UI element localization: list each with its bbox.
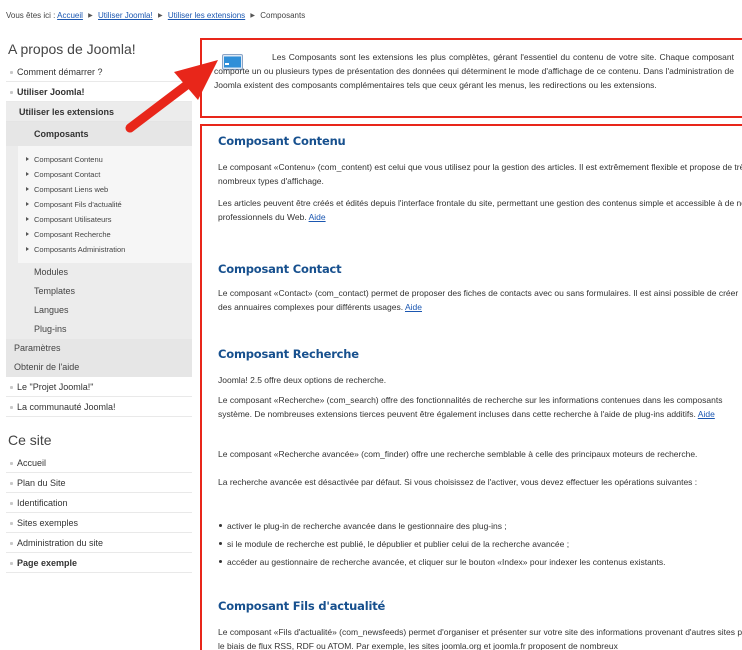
bullet-icon <box>10 406 13 409</box>
fils-paragraph-1: Le composant «Fils d'actualité» (com_new… <box>218 627 742 650</box>
intro-highlight-box: Les Composants sont les extensions les p… <box>200 38 742 118</box>
triangle-right-icon <box>26 172 29 176</box>
sidebar-item-label: Composant Contact <box>34 170 101 179</box>
sidebar-item-composant-liens-web[interactable]: Composant Liens web <box>18 182 192 197</box>
sidebar-components-list: Composant Contenu Composant Contact Comp… <box>6 146 192 263</box>
breadcrumb: Vous êtes ici : Accueil ▶ Utiliser Jooml… <box>6 11 305 20</box>
sidebar-submenu: Utiliser les extensions Composants Compo… <box>6 102 192 377</box>
help-link-recherche[interactable]: Aide <box>698 409 715 419</box>
breadcrumb-link-use-joomla[interactable]: Utiliser Joomla! <box>98 11 153 20</box>
bullet-icon <box>10 522 13 525</box>
triangle-right-icon <box>26 217 29 221</box>
triangle-right-icon <box>26 247 29 251</box>
sidebar-item-label: Composant Contenu <box>34 155 103 164</box>
breadcrumb-prefix: Vous êtes ici : <box>6 11 56 20</box>
intro-text: Les Composants sont les extensions les p… <box>214 52 734 90</box>
recherche-paragraph-4: La recherche avancée est désactivée par … <box>218 477 698 487</box>
list-item: si le module de recherche est publié, le… <box>218 537 742 555</box>
list-item: activer le plug-in de recherche avancée … <box>218 519 742 537</box>
bullet-icon <box>10 71 13 74</box>
main-content-box: Composant Contenu Le composant «Contenu»… <box>200 124 742 650</box>
sidebar-item-composant-contact[interactable]: Composant Contact <box>18 167 192 182</box>
sidebar-item-identification[interactable]: Identification <box>6 493 192 513</box>
sidebar-item-label: Utiliser Joomla! <box>17 87 85 97</box>
sidebar-item-use-joomla[interactable]: Utiliser Joomla! <box>6 82 192 102</box>
breadcrumb-link-extensions[interactable]: Utiliser les extensions <box>168 11 245 20</box>
contact-paragraph-1: Le composant «Contact» (com_contact) per… <box>218 286 742 314</box>
sidebar-item-aide[interactable]: Obtenir de l'aide <box>6 358 192 377</box>
breadcrumb-current: Composants <box>260 11 306 20</box>
sidebar-item-label: Composant Utilisateurs <box>34 215 112 224</box>
sidebar-item-parametres[interactable]: Paramètres <box>6 339 192 358</box>
sidebar-item-administration[interactable]: Administration du site <box>6 533 192 553</box>
sidebar-item-label: La communauté Joomla! <box>17 402 116 412</box>
sidebar-item-modules[interactable]: Modules <box>6 263 192 282</box>
sidebar-item-plan-du-site[interactable]: Plan du Site <box>6 473 192 493</box>
sidebar-heading-about: A propos de Joomla! <box>8 41 136 57</box>
sidebar-item-composant-recherche[interactable]: Composant Recherche <box>18 227 192 242</box>
bullet-icon <box>10 542 13 545</box>
recherche-paragraph-2-text: Le composant «Recherche» (com_search) of… <box>218 395 723 419</box>
sidebar-item-composant-fils[interactable]: Composant Fils d'actualité <box>18 197 192 212</box>
bullet-icon <box>10 462 13 465</box>
help-link-contact[interactable]: Aide <box>405 302 422 312</box>
triangle-right-icon <box>26 232 29 236</box>
sidebar-item-label: Page exemple <box>17 558 78 568</box>
bullet-icon <box>10 562 13 565</box>
breadcrumb-link-home[interactable]: Accueil <box>57 11 83 20</box>
sidebar-item-projet-joomla[interactable]: Le "Projet Joomla!" <box>6 377 192 397</box>
sidebar-item-label: Composant Recherche <box>34 230 111 239</box>
bullet-icon <box>10 386 13 389</box>
sidebar-item-label: Plan du Site <box>17 478 66 488</box>
sidebar-item-label: Composant Liens web <box>34 185 109 194</box>
sidebar-item-extensions[interactable]: Utiliser les extensions <box>6 102 192 122</box>
sidebar: A propos de Joomla! Comment démarrer ? U… <box>6 40 192 573</box>
contenu-paragraph-2: Les articles peuvent être créés et édité… <box>218 196 742 224</box>
sidebar-item-label: Identification <box>17 498 68 508</box>
contact-paragraph-1-text: Le composant «Contact» (com_contact) per… <box>218 288 739 312</box>
heading-composant-contenu: Composant Contenu <box>218 134 346 148</box>
sidebar-item-label: Le "Projet Joomla!" <box>17 382 94 392</box>
bullet-icon <box>10 91 13 94</box>
sidebar-item-label: Composant Fils d'actualité <box>34 200 122 209</box>
heading-composant-contact: Composant Contact <box>218 262 342 276</box>
sidebar-item-composant-utilisateurs[interactable]: Composant Utilisateurs <box>18 212 192 227</box>
sidebar-item-composants-administration[interactable]: Composants Administration <box>18 242 192 257</box>
sidebar-item-plugins[interactable]: Plug-ins <box>6 320 192 339</box>
bullet-icon <box>10 482 13 485</box>
sidebar-item-accueil[interactable]: Accueil <box>6 453 192 473</box>
recherche-paragraph-2: Le composant «Recherche» (com_search) of… <box>218 393 742 421</box>
triangle-right-icon <box>26 202 29 206</box>
breadcrumb-separator-icon: ▶ <box>88 13 93 19</box>
triangle-right-icon <box>26 187 29 191</box>
heading-composant-fils-actualite: Composant Fils d'actualité <box>218 599 386 613</box>
sidebar-item-label: Sites exemples <box>17 518 79 528</box>
bullet-icon <box>10 502 13 505</box>
sidebar-item-label: Administration du site <box>17 538 104 548</box>
sidebar-item-langues[interactable]: Langues <box>6 301 192 320</box>
sidebar-heading-site: Ce site <box>8 432 52 448</box>
contenu-paragraph-2-text: Les articles peuvent être créés et édité… <box>218 198 742 222</box>
recherche-paragraph-1: Joomla! 2.5 offre deux options de recher… <box>218 375 387 385</box>
recherche-steps-list: activer le plug-in de recherche avancée … <box>218 519 742 573</box>
sidebar-item-sites-exemples[interactable]: Sites exemples <box>6 513 192 533</box>
triangle-right-icon <box>26 157 29 161</box>
heading-composant-recherche: Composant Recherche <box>218 347 359 361</box>
sidebar-item-composant-contenu[interactable]: Composant Contenu <box>18 152 192 167</box>
recherche-paragraph-3: Le composant «Recherche avancée» (com_fi… <box>218 449 698 459</box>
sidebar-item-label: Comment démarrer ? <box>17 67 103 77</box>
list-item: accéder au gestionnaire de recherche ava… <box>218 555 742 573</box>
help-link-contenu[interactable]: Aide <box>309 212 326 222</box>
sidebar-item-label: Accueil <box>17 458 47 468</box>
breadcrumb-separator-icon: ▶ <box>250 13 256 19</box>
sidebar-item-templates[interactable]: Templates <box>6 282 192 301</box>
sidebar-item-getting-started[interactable]: Comment démarrer ? <box>6 62 192 82</box>
contenu-paragraph-1: Le composant «Contenu» (com_content) est… <box>218 162 742 186</box>
sidebar-item-communaute[interactable]: La communauté Joomla! <box>6 397 192 417</box>
sidebar-item-page-exemple[interactable]: Page exemple <box>6 553 192 573</box>
sidebar-item-label: Composants Administration <box>34 245 126 254</box>
breadcrumb-separator-icon: ▶ <box>157 13 163 19</box>
sidebar-item-components-active[interactable]: Composants <box>6 122 192 146</box>
